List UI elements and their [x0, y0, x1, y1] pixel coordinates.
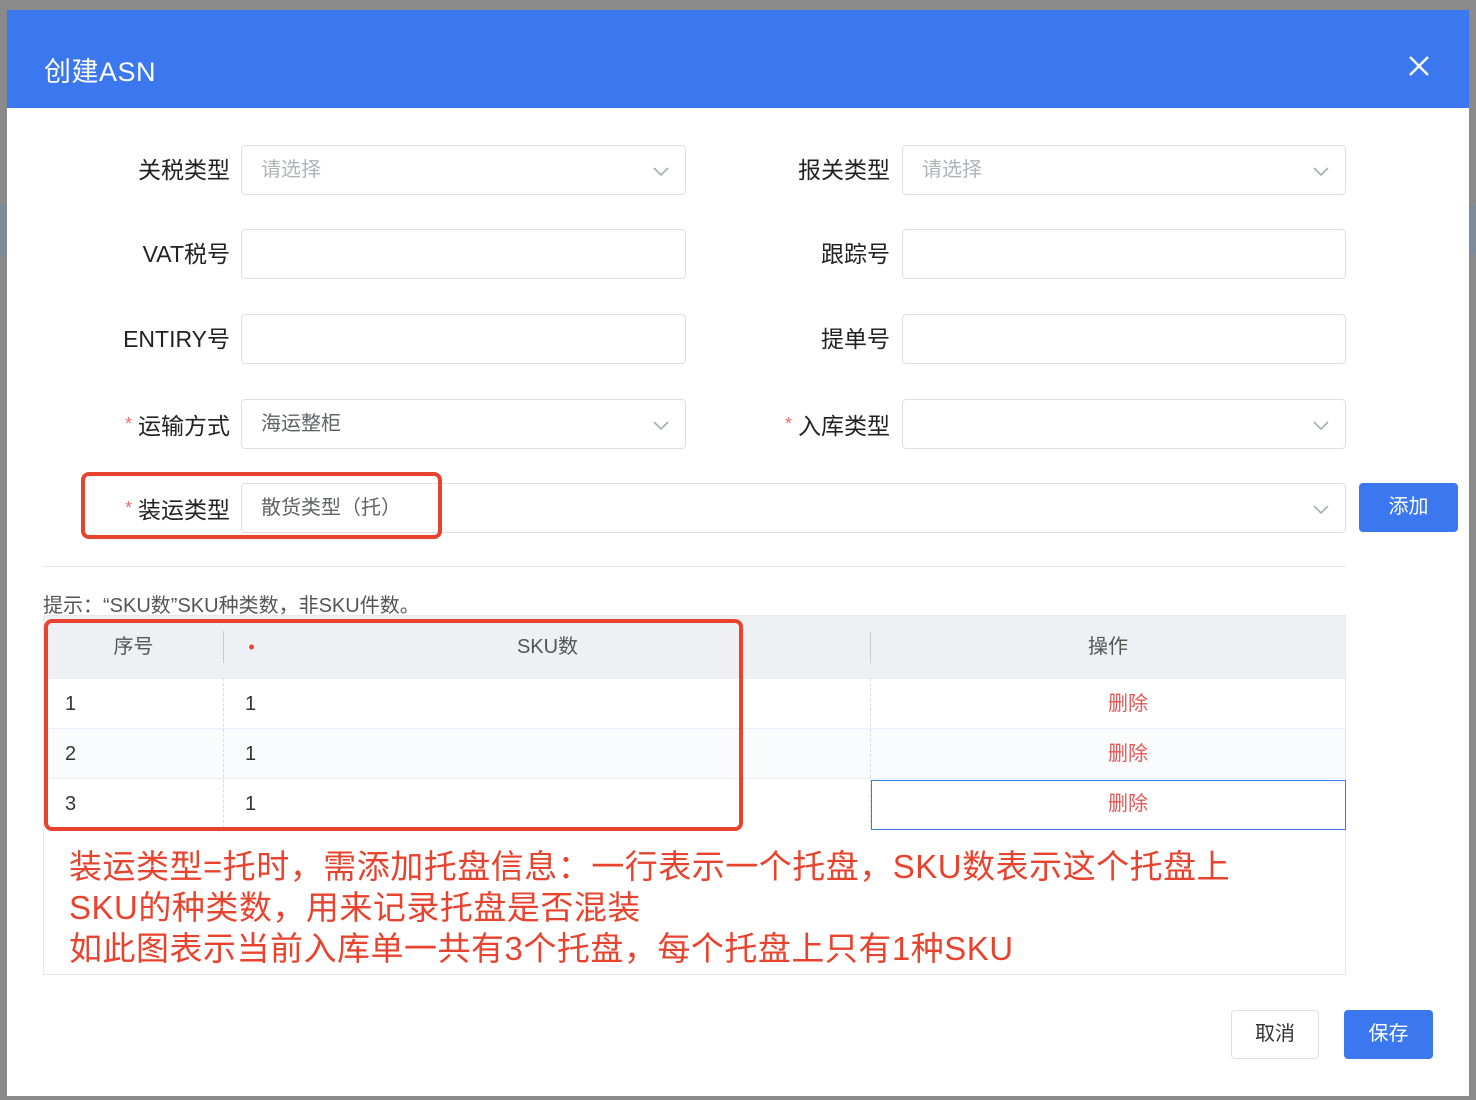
divider [43, 566, 1346, 567]
annotation-line: SKU的种类数，用来记录托盘是否混装 [69, 889, 641, 926]
column-header-actions: 操作 [1088, 636, 1128, 658]
entry-number-input[interactable] [241, 314, 686, 364]
annotation-line: 如此图表示当前入库单一共有3个托盘，每个托盘上只有1种SKU [69, 930, 1014, 967]
customs-type-label: 报关类型 [798, 157, 890, 183]
sku-hint: 提示：“SKU数”SKU种类数，非SKU件数。 [43, 595, 420, 617]
tracking-number-input[interactable] [902, 229, 1346, 279]
create-asn-dialog: 创建ASN 关税类型 请选择 报关类型 请选择 VAT税号 跟踪号 ENTIRY… [7, 10, 1469, 1096]
required-mark: * [124, 414, 132, 434]
entry-number-label: ENTIRY号 [123, 326, 230, 352]
annotation-line: 装运类型=托时，需添加托盘信息：一行表示一个托盘，SKU数表示这个托盘上 [69, 848, 1231, 885]
customs-type-select[interactable]: 请选择 [902, 145, 1346, 195]
bill-number-input[interactable] [902, 314, 1346, 364]
vat-number-input[interactable] [241, 229, 686, 279]
inbound-type-label: * 入库类型 [784, 413, 890, 439]
close-icon[interactable] [1405, 52, 1433, 80]
focused-cell [871, 780, 1346, 830]
tariff-type-label: 关税类型 [138, 157, 230, 183]
delete-row-button[interactable]: 删除 [1108, 729, 1148, 779]
dialog-header: 创建ASN [7, 10, 1469, 108]
highlight-box [44, 619, 743, 831]
chevron-down-icon [1313, 421, 1329, 431]
highlight-box [81, 472, 442, 539]
vat-number-label: VAT税号 [142, 241, 230, 267]
transport-mode-select[interactable]: 海运整柜 [241, 399, 686, 449]
tariff-type-select[interactable]: 请选择 [241, 145, 686, 195]
bill-number-label: 提单号 [821, 326, 890, 352]
dialog-title: 创建ASN [44, 57, 157, 87]
required-mark: * [784, 414, 792, 434]
transport-mode-label: * 运输方式 [124, 413, 230, 439]
transport-mode-value: 海运整柜 [261, 413, 341, 435]
delete-row-button[interactable]: 删除 [1108, 679, 1148, 729]
chevron-down-icon [1313, 167, 1329, 177]
save-button[interactable]: 保存 [1344, 1010, 1433, 1059]
cancel-button[interactable]: 取消 [1231, 1010, 1319, 1059]
inbound-type-select[interactable] [902, 399, 1346, 449]
tariff-type-placeholder: 请选择 [261, 159, 321, 181]
chevron-down-icon [1313, 505, 1329, 515]
tracking-number-label: 跟踪号 [821, 241, 890, 267]
annotation-text: 装运类型=托时，需添加托盘信息：一行表示一个托盘，SKU数表示这个托盘上 SKU… [69, 846, 1349, 969]
add-button[interactable]: 添加 [1359, 483, 1458, 532]
customs-type-placeholder: 请选择 [922, 159, 982, 181]
